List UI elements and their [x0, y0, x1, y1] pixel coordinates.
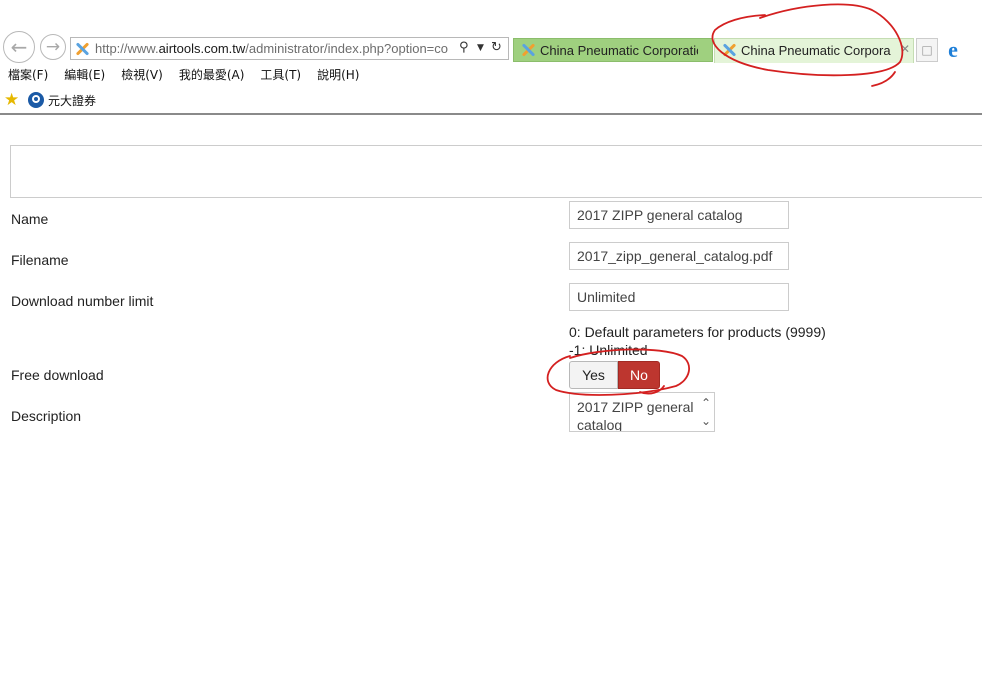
- back-button[interactable]: ←: [3, 31, 35, 63]
- forward-icon: →: [45, 37, 61, 57]
- free-download-no-button[interactable]: No: [618, 361, 660, 389]
- new-tab-icon: □: [921, 43, 933, 57]
- tab-label: China Pneumatic Corpora...: [741, 43, 891, 58]
- star-icon[interactable]: ★: [4, 90, 19, 110]
- free-download-yes-button[interactable]: Yes: [569, 361, 618, 389]
- address-bar[interactable]: http://www.airtools.com.tw/administrator…: [70, 37, 509, 60]
- menu-tools[interactable]: 工具(T): [260, 64, 301, 86]
- top-panel: [10, 145, 982, 198]
- limit-hint-default: 0: Default parameters for products (9999…: [569, 324, 826, 340]
- tab-label: China Pneumatic Corporatio...: [540, 43, 698, 58]
- tab-2-active[interactable]: China Pneumatic Corpora... ✕: [714, 38, 914, 63]
- back-icon: ←: [10, 35, 28, 59]
- name-label: Name: [11, 211, 49, 227]
- favorites-bar: ★ 元大證券: [0, 88, 982, 112]
- menu-edit[interactable]: 編輯(E): [64, 64, 105, 86]
- description-text: 2017 ZIPP general catalog: [577, 399, 694, 432]
- download-limit-input[interactable]: Unlimited: [569, 283, 789, 311]
- new-tab-button[interactable]: □: [916, 38, 938, 62]
- forward-button[interactable]: →: [40, 34, 66, 60]
- tab-1[interactable]: China Pneumatic Corporatio...: [513, 38, 713, 62]
- chevron-up-icon[interactable]: ⌃: [698, 394, 714, 412]
- joomla-icon: [520, 42, 536, 58]
- yuanta-icon: [28, 92, 44, 108]
- refresh-icon[interactable]: ↻: [491, 40, 502, 55]
- url-text[interactable]: http://www.airtools.com.tw/administrator…: [95, 41, 457, 56]
- free-download-label: Free download: [11, 367, 104, 383]
- download-limit-label: Download number limit: [11, 293, 154, 309]
- url-host: airtools.com.tw: [158, 41, 246, 56]
- url-path: /administrator/index.php?option=co: [245, 41, 448, 56]
- url-prefix: http://www.: [95, 41, 159, 56]
- favorite-link[interactable]: 元大證券: [48, 92, 96, 109]
- menu-favorites[interactable]: 我的最愛(A): [179, 64, 245, 86]
- menu-bar: 檔案(F) 編輯(E) 檢視(V) 我的最愛(A) 工具(T) 說明(H): [0, 64, 982, 86]
- ie-icon[interactable]: e: [943, 39, 963, 61]
- description-label: Description: [11, 408, 82, 424]
- limit-hint-unlimited: -1: Unlimited: [569, 342, 648, 358]
- filename-label: Filename: [11, 252, 69, 268]
- menu-help[interactable]: 說明(H): [317, 64, 359, 86]
- joomla-icon: [74, 41, 90, 57]
- name-input[interactable]: 2017 ZIPP general catalog: [569, 201, 789, 229]
- free-download-toggle: Yes No: [569, 361, 660, 389]
- search-icon[interactable]: ⚲: [459, 40, 469, 55]
- browser-chrome: ← → http://www.airtools.com.tw/administr…: [0, 0, 982, 116]
- close-icon[interactable]: ✕: [900, 42, 910, 56]
- joomla-icon: [721, 42, 737, 58]
- dropdown-icon[interactable]: ▼: [477, 43, 484, 53]
- chevron-down-icon[interactable]: ⌄: [698, 412, 714, 430]
- description-textarea[interactable]: 2017 ZIPP general catalog ⌃ ⌄: [569, 392, 715, 432]
- menu-file[interactable]: 檔案(F): [8, 64, 48, 86]
- chrome-divider: [0, 113, 982, 115]
- menu-view[interactable]: 檢視(V): [121, 64, 163, 86]
- filename-input[interactable]: 2017_zipp_general_catalog.pdf: [569, 242, 789, 270]
